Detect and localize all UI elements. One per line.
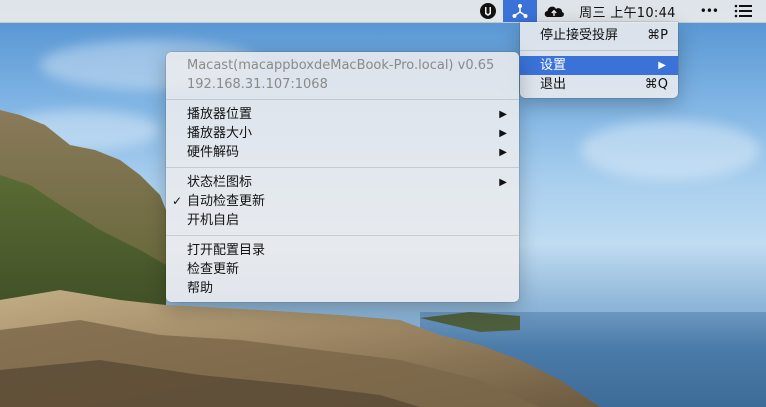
submenu-arrow-icon: ▶: [499, 147, 507, 158]
menu-item-player-position[interactable]: 播放器位置 ▶: [166, 105, 519, 124]
notification-list-icon[interactable]: [728, 0, 766, 22]
menu-item-open-config-dir[interactable]: 打开配置目录: [166, 241, 519, 260]
menu-separator: [166, 235, 519, 236]
submenu-arrow-icon: ▶: [499, 128, 507, 139]
menu-separator: [520, 50, 678, 51]
menu-item-label: 状态栏图标: [187, 175, 253, 190]
menu-item-label: 退出: [540, 77, 567, 92]
menu-item-stop-casting[interactable]: 停止接受投屏 ⌘P: [520, 26, 678, 45]
menu-item-label: 检查更新: [187, 262, 240, 277]
submenu-arrow-icon: ▶: [499, 109, 507, 120]
menu-item-player-size[interactable]: 播放器大小 ▶: [166, 124, 519, 143]
menu-item-quit[interactable]: 退出 ⌘Q: [520, 75, 678, 94]
menu-item-label: 播放器大小: [187, 126, 253, 141]
menu-header-address: 192.168.31.107:1068: [187, 77, 328, 92]
menu-item-label: 帮助: [187, 281, 214, 296]
desktop: 周三 上午10:44 ••• 停止接受投屏 ⌘P 设置 ▶ 退出 ⌘Q Maca…: [0, 0, 766, 407]
shortcut-label: ⌘P: [647, 28, 668, 43]
menu-bar-clock[interactable]: 周三 上午10:44: [571, 0, 690, 22]
menu-item-label: 硬件解码: [187, 145, 240, 160]
menu-item-label: 打开配置目录: [187, 243, 266, 258]
menu-item-label: 播放器位置: [187, 107, 253, 122]
cloud-icon[interactable]: [537, 0, 571, 22]
menu-item-statusbar-icon[interactable]: 状态栏图标 ▶: [166, 173, 519, 192]
menu-separator: [166, 167, 519, 168]
menu-header-title: Macast(macappboxdeMacBook-Pro.local) v0.…: [187, 58, 495, 73]
checkmark-icon: ✓: [172, 194, 183, 208]
menu-item-settings[interactable]: 设置 ▶: [520, 56, 678, 75]
menu-item-label: 开机自启: [187, 213, 240, 228]
app-dropdown-menu: 停止接受投屏 ⌘P 设置 ▶ 退出 ⌘Q: [520, 22, 678, 98]
menu-item-help[interactable]: 帮助: [166, 279, 519, 298]
submenu-arrow-icon: ▶: [658, 60, 666, 71]
more-icon[interactable]: •••: [690, 0, 728, 22]
macast-network-icon[interactable]: [503, 0, 538, 22]
menu-item-label: 自动检查更新: [187, 194, 266, 209]
menu-bar: 周三 上午10:44 •••: [0, 0, 766, 23]
menu-item-label: 设置: [540, 58, 567, 73]
menu-item-label: 停止接受投屏: [540, 28, 619, 43]
menu-item-check-update[interactable]: 检查更新: [166, 260, 519, 279]
menu-item-auto-check-update[interactable]: ✓ 自动检查更新: [166, 192, 519, 211]
macast-shield-icon[interactable]: [473, 0, 503, 22]
menu-item-hardware-decoding[interactable]: 硬件解码 ▶: [166, 143, 519, 162]
menu-item-launch-at-login[interactable]: 开机自启: [166, 211, 519, 230]
settings-submenu: Macast(macappboxdeMacBook-Pro.local) v0.…: [166, 52, 519, 302]
menu-separator: [166, 99, 519, 100]
shortcut-label: ⌘Q: [644, 77, 668, 92]
submenu-arrow-icon: ▶: [499, 177, 507, 188]
